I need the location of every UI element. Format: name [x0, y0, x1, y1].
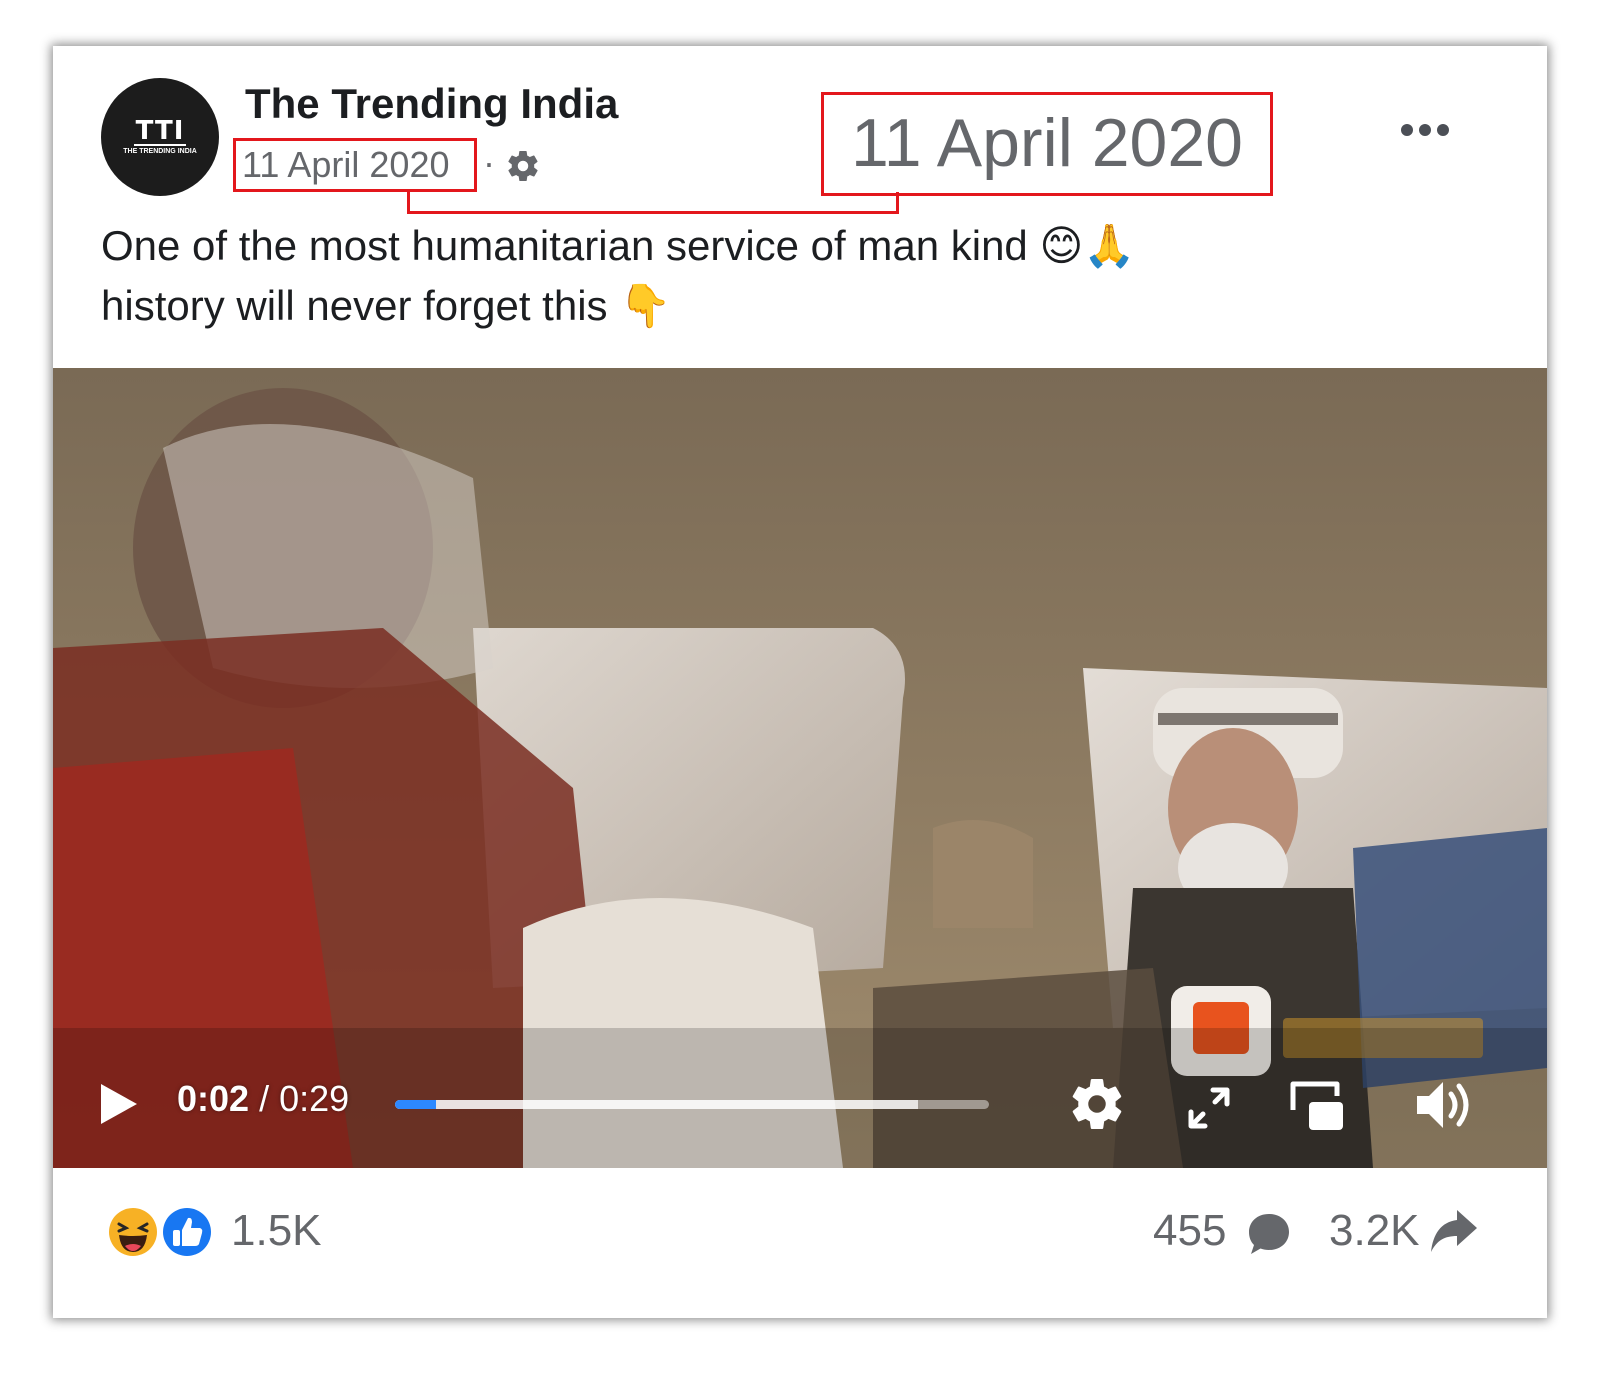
picture-in-picture-icon[interactable]	[1287, 1078, 1347, 1134]
caption-line-1: One of the most humanitarian service of …	[101, 221, 1136, 270]
meta-separator: ·	[483, 142, 495, 183]
caption-emoji-1: 😊🙏	[1039, 221, 1136, 270]
caption-line-2: history will never forget this 👇	[101, 281, 672, 330]
haha-reaction-icon	[106, 1205, 160, 1259]
video-player[interactable]: 0:02 / 0:29	[53, 368, 1547, 1168]
facebook-post-card: TTI THE TRENDING INDIA The Trending Indi…	[53, 46, 1547, 1318]
video-controls: 0:02 / 0:29	[53, 368, 1547, 1168]
post-caption: One of the most humanitarian service of …	[101, 216, 1481, 336]
caption-emoji-2: 👇	[619, 281, 672, 330]
fullscreen-icon[interactable]	[1185, 1084, 1233, 1132]
video-time: 0:02 / 0:29	[177, 1078, 349, 1120]
buffered-fill	[395, 1100, 918, 1109]
comment-count[interactable]: 455	[1153, 1206, 1226, 1256]
comment-icon[interactable]	[1245, 1210, 1293, 1258]
annotation-zoomed-date: 11 April 2020	[821, 92, 1273, 196]
played-fill	[395, 1100, 436, 1109]
reaction-count[interactable]: 1.5K	[231, 1206, 322, 1256]
share-icon[interactable]	[1429, 1208, 1479, 1254]
post-date-link[interactable]: 11 April 2020	[233, 138, 477, 192]
share-count[interactable]: 3.2K	[1329, 1206, 1420, 1256]
avatar-monogram: TTI	[133, 116, 187, 146]
duration: 0:29	[279, 1078, 350, 1119]
volume-icon[interactable]	[1413, 1076, 1477, 1134]
more-dots-icon[interactable]	[1399, 120, 1451, 140]
video-progress-bar[interactable]	[395, 1100, 989, 1109]
settings-icon[interactable]	[1067, 1074, 1127, 1134]
gear-icon[interactable]	[505, 148, 541, 184]
page-name-link[interactable]: The Trending India	[245, 80, 618, 128]
play-icon[interactable]	[99, 1082, 139, 1126]
page-avatar[interactable]: TTI THE TRENDING INDIA	[101, 78, 219, 196]
current-time: 0:02	[177, 1078, 250, 1119]
avatar-subtitle: THE TRENDING INDIA	[123, 148, 197, 155]
like-reaction-icon	[160, 1205, 214, 1259]
time-separator: /	[259, 1078, 270, 1119]
